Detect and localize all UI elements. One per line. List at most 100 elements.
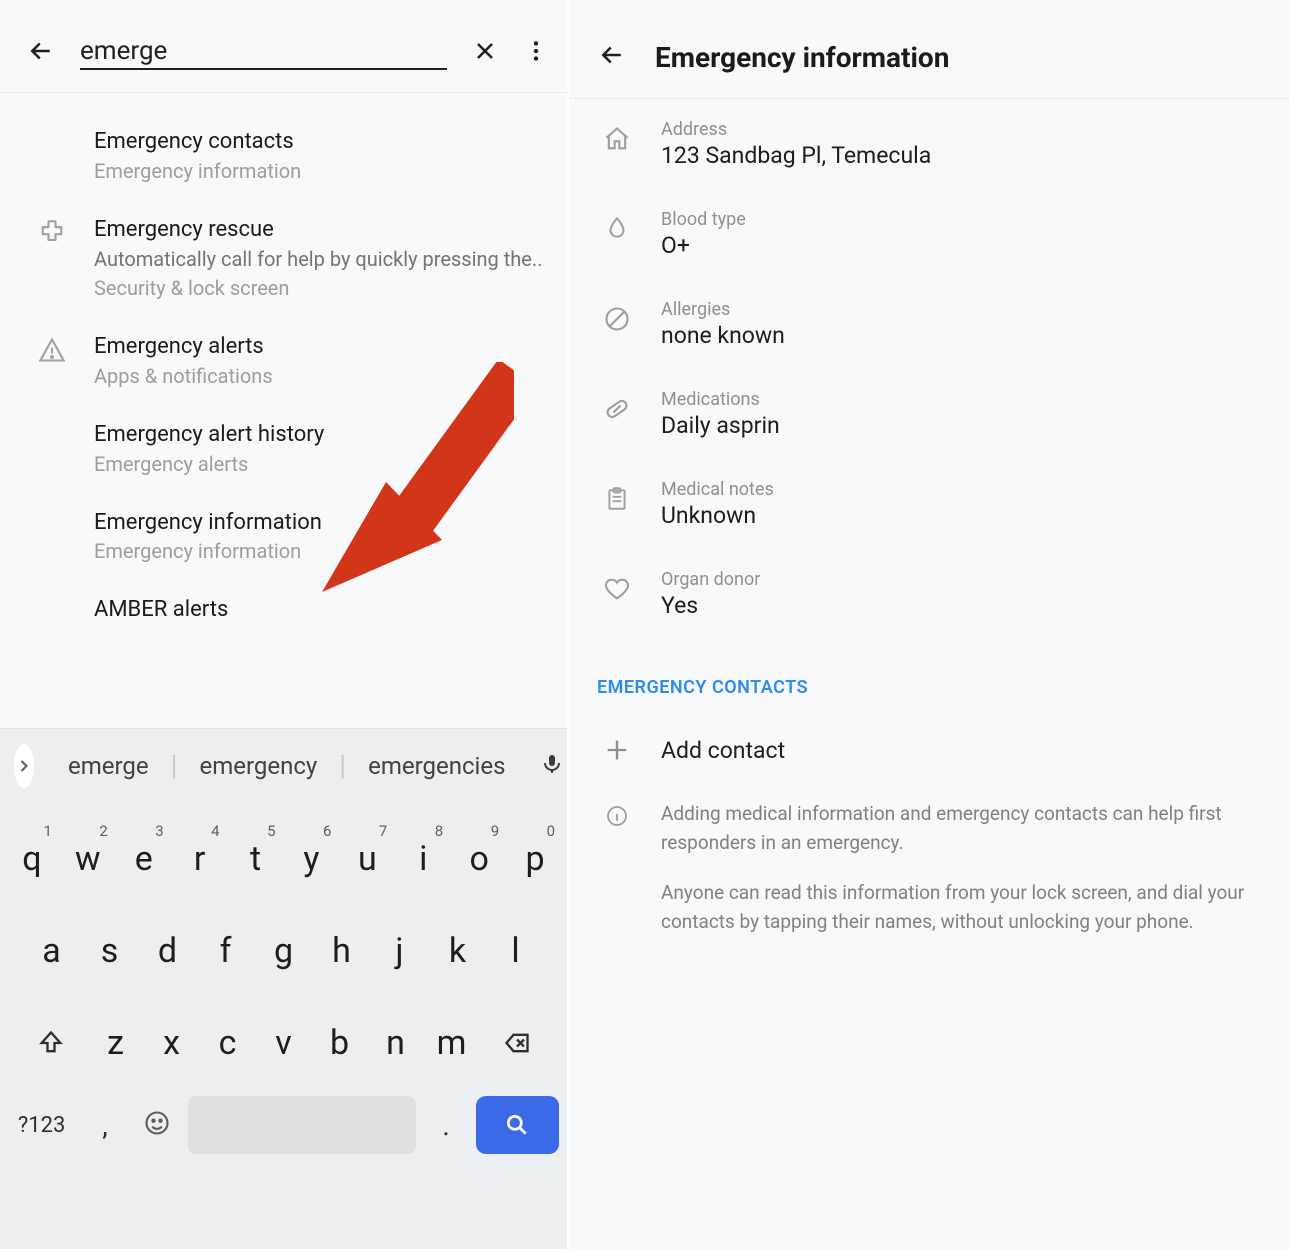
result-item[interactable]: Emergency information Emergency informat… (30, 492, 567, 580)
search-key[interactable] (476, 1096, 559, 1154)
info-label: Allergies (661, 299, 785, 320)
alert-icon (30, 332, 74, 364)
key-m[interactable]: m (428, 1004, 476, 1082)
drop-icon (597, 209, 637, 241)
search-header: emerge (0, 0, 567, 93)
page-title: Emergency information (655, 41, 949, 74)
clipboard-icon (597, 479, 637, 513)
section-header: EMERGENCY CONTACTS (569, 639, 1289, 708)
info-row-bloodtype[interactable]: Blood type O+ (589, 189, 1269, 279)
key-row: q1 w2 e3 r4 t5 y6 u7 i8 o9 p0 (8, 820, 559, 898)
key-h[interactable]: h (317, 912, 367, 990)
result-item[interactable]: Emergency contacts Emergency information (30, 111, 567, 199)
result-title: Emergency alert history (94, 420, 324, 450)
result-item[interactable]: Emergency alerts Apps & notifications (30, 316, 567, 404)
info-value: none known (661, 322, 785, 349)
back-arrow-icon[interactable] (26, 36, 56, 70)
info-label: Blood type (661, 209, 746, 230)
key-n[interactable]: n (372, 1004, 420, 1082)
suggestion[interactable]: emergency (177, 752, 339, 780)
key-t[interactable]: t5 (232, 820, 280, 898)
result-title: Emergency information (94, 508, 322, 538)
info-row-medicalnotes[interactable]: Medical notes Unknown (589, 459, 1269, 549)
info-header: Emergency information (569, 0, 1289, 99)
info-row-organdonor[interactable]: Organ donor Yes (589, 549, 1269, 639)
separator: | (171, 749, 178, 782)
search-pane: emerge Emergency contacts Emergency info… (0, 0, 567, 1249)
search-input[interactable]: emerge (80, 36, 447, 70)
suggestion-bar: emerge | emergency | emergencies (0, 728, 567, 802)
search-icon (30, 420, 74, 424)
add-contact-button[interactable]: Add contact (569, 708, 1289, 792)
result-title: AMBER alerts (94, 595, 228, 625)
suggestion[interactable]: emergencies (346, 752, 527, 780)
key-r[interactable]: r4 (176, 820, 224, 898)
key-q[interactable]: q1 (8, 820, 56, 898)
emoji-key[interactable] (135, 1109, 179, 1141)
key-i[interactable]: i8 (399, 820, 447, 898)
key-row: a s d f g h j k l (8, 912, 559, 990)
expand-icon[interactable] (14, 744, 34, 788)
key-y[interactable]: y6 (288, 820, 336, 898)
info-value: Yes (661, 592, 760, 619)
key-x[interactable]: x (148, 1004, 196, 1082)
key-o[interactable]: o9 (455, 820, 503, 898)
dot-key[interactable]: . (426, 1109, 466, 1142)
result-item[interactable]: Emergency rescue Automatically call for … (30, 199, 567, 317)
result-description: Automatically call for help by quickly p… (94, 244, 542, 274)
key-v[interactable]: v (260, 1004, 308, 1082)
key-row: z x c v b n m (8, 1004, 559, 1082)
key-u[interactable]: u7 (343, 820, 391, 898)
key-s[interactable]: s (85, 912, 135, 990)
shift-key[interactable] (18, 1004, 84, 1082)
mic-icon[interactable] (540, 752, 564, 780)
key-c[interactable]: c (204, 1004, 252, 1082)
space-key[interactable] (188, 1096, 416, 1154)
result-title: Emergency contacts (94, 127, 301, 157)
search-icon (30, 595, 74, 599)
key-j[interactable]: j (375, 912, 425, 990)
clear-icon[interactable] (471, 37, 499, 69)
result-item[interactable]: Emergency alert history Emergency alerts (30, 404, 567, 492)
info-label: Organ donor (661, 569, 760, 590)
key-b[interactable]: b (316, 1004, 364, 1082)
comma-key[interactable]: , (85, 1109, 125, 1142)
backspace-key[interactable] (484, 1004, 550, 1082)
key-k[interactable]: k (433, 912, 483, 990)
result-item[interactable]: AMBER alerts (30, 579, 567, 641)
search-results: Emergency contacts Emergency information… (0, 93, 567, 641)
key-p[interactable]: p0 (511, 820, 559, 898)
info-row-allergies[interactable]: Allergies none known (589, 279, 1269, 369)
info-label: Address (661, 119, 931, 140)
info-value: Unknown (661, 502, 774, 529)
key-d[interactable]: d (143, 912, 193, 990)
info-label: Medications (661, 389, 780, 410)
key-w[interactable]: w2 (64, 820, 112, 898)
info-note: Adding medical information and emergency… (569, 792, 1289, 944)
result-source: Security & lock screen (94, 276, 542, 300)
info-value: Daily asprin (661, 412, 780, 439)
search-icon (30, 127, 74, 131)
note-text: Anyone can read this information from yo… (661, 879, 1261, 936)
key-g[interactable]: g (259, 912, 309, 990)
info-list: Address 123 Sandbag Pl, Temecula Blood t… (569, 99, 1289, 639)
result-source: Emergency information (94, 159, 301, 183)
info-label: Medical notes (661, 479, 774, 500)
key-l[interactable]: l (491, 912, 541, 990)
symbols-key[interactable]: ?123 (8, 1113, 75, 1138)
plus-icon (597, 736, 637, 764)
result-title: Emergency alerts (94, 332, 273, 362)
info-row-medications[interactable]: Medications Daily asprin (589, 369, 1269, 459)
result-source: Emergency information (94, 539, 322, 563)
key-z[interactable]: z (92, 1004, 140, 1082)
more-icon[interactable] (523, 38, 549, 68)
key-e[interactable]: e3 (120, 820, 168, 898)
heart-icon (597, 569, 637, 603)
key-f[interactable]: f (201, 912, 251, 990)
suggestion[interactable]: emerge (46, 752, 171, 780)
result-source: Emergency alerts (94, 452, 324, 476)
back-arrow-icon[interactable] (597, 40, 627, 74)
info-row-address[interactable]: Address 123 Sandbag Pl, Temecula (589, 99, 1269, 189)
key-a[interactable]: a (27, 912, 77, 990)
home-icon (597, 119, 637, 153)
